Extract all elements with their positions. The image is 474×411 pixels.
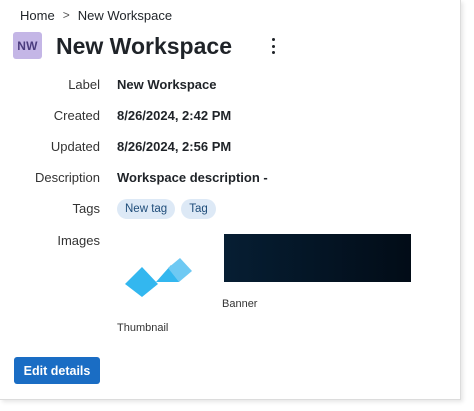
detail-row-updated: Updated 8/26/2024, 2:56 PM — [0, 137, 231, 155]
breadcrumb-current: New Workspace — [77, 7, 173, 23]
detail-row-label: Label New Workspace — [0, 75, 216, 93]
edit-details-button[interactable]: Edit details — [14, 357, 100, 384]
breadcrumb: Home > New Workspace — [20, 7, 172, 23]
breadcrumb-home-link[interactable]: Home — [20, 8, 55, 23]
detail-label: Tags — [72, 200, 100, 216]
workspace-card: Home > New Workspace NW New Workspace La… — [0, 0, 461, 400]
more-options-icon[interactable] — [266, 37, 280, 55]
tag-chip[interactable]: New tag — [117, 199, 176, 219]
detail-value: 8/26/2024, 2:42 PM — [117, 107, 232, 123]
detail-label: Created — [53, 107, 100, 123]
detail-value: New Workspace — [117, 76, 217, 92]
thumbnail-caption: Thumbnail — [117, 322, 169, 334]
chevron-right-icon: > — [62, 8, 70, 22]
detail-row-created: Created 8/26/2024, 2:42 PM — [0, 106, 231, 124]
detail-row-description: Description Workspace description - — [0, 168, 268, 186]
banner-image — [224, 234, 411, 282]
detail-value: 8/26/2024, 2:56 PM — [117, 138, 232, 154]
detail-row-tags: Tags — [0, 199, 100, 217]
tag-list: New tag Tag — [117, 199, 216, 219]
detail-value: Workspace description - — [117, 169, 268, 185]
workspace-avatar: NW — [13, 32, 42, 59]
banner-caption: Banner — [222, 298, 258, 310]
tag-chip[interactable]: Tag — [181, 199, 216, 219]
images-label: Images — [57, 233, 100, 248]
detail-label: Updated — [50, 138, 100, 154]
thumbnail-image — [125, 258, 192, 297]
page-title: New Workspace — [56, 33, 232, 59]
detail-label: Description — [34, 169, 100, 185]
detail-label: Label — [68, 76, 100, 92]
